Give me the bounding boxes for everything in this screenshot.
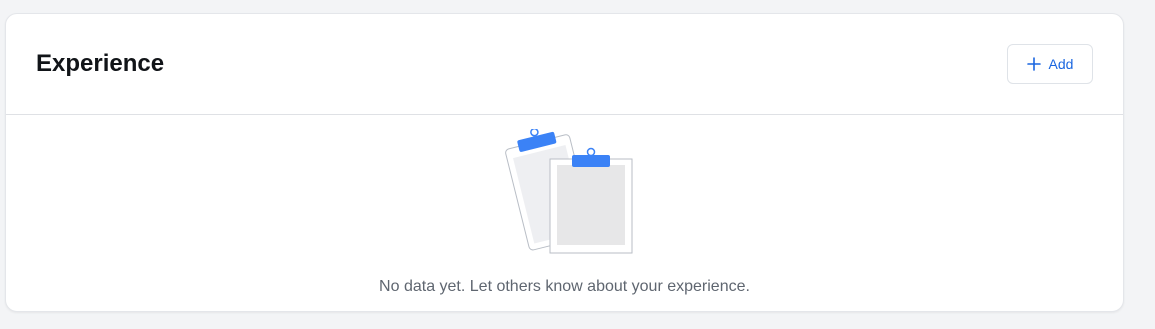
experience-card: Experience Add No data yet. Let others k…	[5, 13, 1124, 312]
add-experience-button[interactable]: Add	[1007, 44, 1093, 84]
section-title: Experience	[36, 50, 165, 77]
plus-icon	[1026, 57, 1041, 71]
clipboards-illustration	[501, 127, 641, 259]
add-button-label: Add	[1048, 56, 1074, 72]
card-header: Experience Add	[6, 14, 1123, 115]
empty-state-message: No data yet. Let others know about your …	[379, 278, 750, 295]
empty-state: No data yet. Let others know about your …	[6, 115, 1123, 311]
